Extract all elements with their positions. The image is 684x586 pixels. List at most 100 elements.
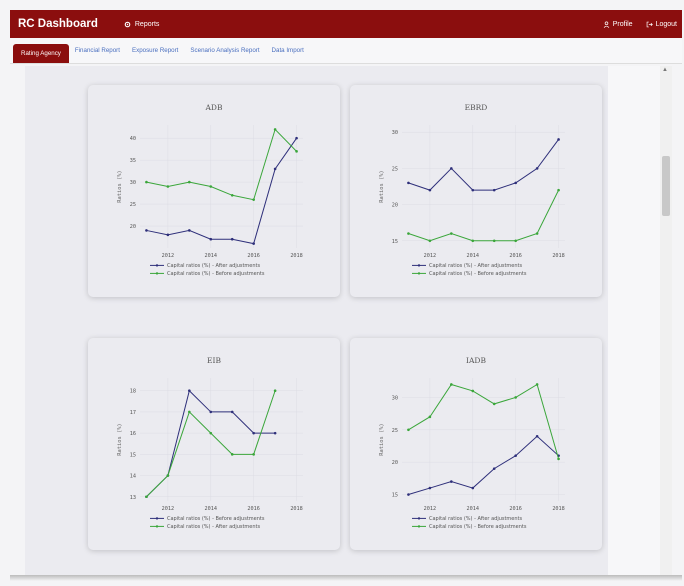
data-point [428,188,432,192]
tab-data-import[interactable]: Data Import [266,40,310,60]
tab-scenario-analysis-report[interactable]: Scenario Analysis Report [184,40,265,60]
y-tick-label: 17 [130,410,136,416]
scrollbar-thumb[interactable] [662,156,670,216]
chart-eib: EIB 13 14 15 16 17 18 2012 2014 2016 2018 Ratios (… [117,356,303,530]
y-tick-label: 25 [392,428,398,434]
vertical-scrollbar[interactable]: ▲ [660,66,672,575]
data-point [252,242,255,245]
profile-link[interactable]: Profile [603,21,633,28]
x-tick-label: 2018 [290,506,303,512]
data-point [273,167,277,171]
legend-label: Capital ratios (%) - Before adjustments [429,524,527,530]
y-tick-label: 14 [130,474,136,480]
data-point [407,428,410,432]
data-point [514,239,517,243]
data-point [188,410,191,414]
data-point [514,181,517,185]
series-line [408,383,560,460]
x-tick-label: 2012 [162,253,175,259]
y-axis-label: Ratios (%) [117,423,123,455]
data-point [492,402,496,406]
legend-label: Capital ratios (%) - After adjustments [167,524,261,530]
data-point [407,493,410,496]
data-point [166,474,170,477]
top-navbar: RC Dashboard Reports Profile Logout [10,10,682,38]
x-tick-label: 2016 [247,506,260,512]
reports-menu[interactable]: Reports [124,21,159,28]
chart-card-iadb: IADB 15 20 25 30 2012 2014 2016 2018 Ratios (%) C… [350,338,602,550]
data-point [407,232,410,235]
logout-icon [646,21,653,27]
data-point [209,237,213,241]
data-point [145,495,148,499]
bottom-edge [10,575,682,581]
data-point [535,232,539,235]
data-point [557,138,560,141]
data-point [188,180,191,184]
data-point [145,229,148,232]
tab-rating-agency[interactable]: Rating Agency [13,44,69,63]
tab-exposure-report[interactable]: Exposure Report [126,40,184,60]
data-point [450,232,453,235]
y-tick-label: 25 [392,166,398,172]
y-tick-label: 13 [130,495,136,501]
y-tick-label: 30 [392,395,398,401]
tab-financial-report[interactable]: Financial Report [69,40,126,60]
chart-adb: ADB 20 25 30 35 40 2012 2014 2016 2018 Ratios (%)… [117,103,303,277]
legend-label: Capital ratios (%) - Before adjustments [167,516,265,522]
data-point [230,237,234,241]
data-point [471,188,475,192]
y-tick-label: 18 [130,389,136,395]
legend-label: Capital ratios (%) - After adjustments [429,263,523,269]
legend-marker [417,525,421,528]
x-tick-label: 2012 [162,506,175,512]
data-point [428,239,432,243]
y-tick-label: 25 [130,202,136,208]
data-point [471,239,475,243]
data-point [492,467,496,470]
data-point [471,486,475,490]
y-tick-label: 30 [130,180,136,186]
data-point [166,233,170,237]
data-point [535,434,539,438]
data-point [450,480,453,483]
x-tick-label: 2014 [205,253,218,259]
data-point [428,415,432,419]
data-point [273,389,277,393]
data-point [273,128,277,131]
legend-marker [417,517,421,520]
data-point [492,188,496,192]
data-point [514,454,517,457]
legend-marker [155,525,159,528]
data-point [450,383,453,386]
y-axis-label: Ratios (%) [379,170,385,202]
data-point [252,453,255,456]
data-point [557,457,560,461]
app-brand[interactable]: RC Dashboard [18,18,98,30]
y-axis-label: Ratios (%) [379,423,385,455]
y-tick-label: 15 [392,493,398,499]
x-tick-label: 2018 [290,253,303,259]
data-point [230,453,234,456]
data-point [252,198,255,201]
chart-title: IADB [466,356,486,365]
chart-ebrd: EBRD 15 20 25 30 2012 2014 2016 2018 Ratios (%) C… [379,103,565,277]
data-point [230,193,234,197]
data-point [209,431,213,435]
data-point [188,389,191,393]
legend-marker [155,264,159,267]
logout-link[interactable]: Logout [646,21,677,28]
x-tick-label: 2016 [509,506,521,512]
data-point [230,410,234,414]
data-point [492,239,496,243]
x-tick-label: 2016 [509,253,521,259]
y-tick-label: 20 [130,224,136,230]
x-tick-label: 2018 [552,506,565,512]
scroll-up-arrow-icon[interactable]: ▲ [662,67,668,73]
data-point [209,185,213,188]
profile-label: Profile [612,20,633,28]
user-icon [603,21,609,28]
data-point [188,229,191,232]
report-tabs: Rating Agency Financial Report Exposure … [10,38,682,64]
y-tick-label: 35 [130,158,136,164]
